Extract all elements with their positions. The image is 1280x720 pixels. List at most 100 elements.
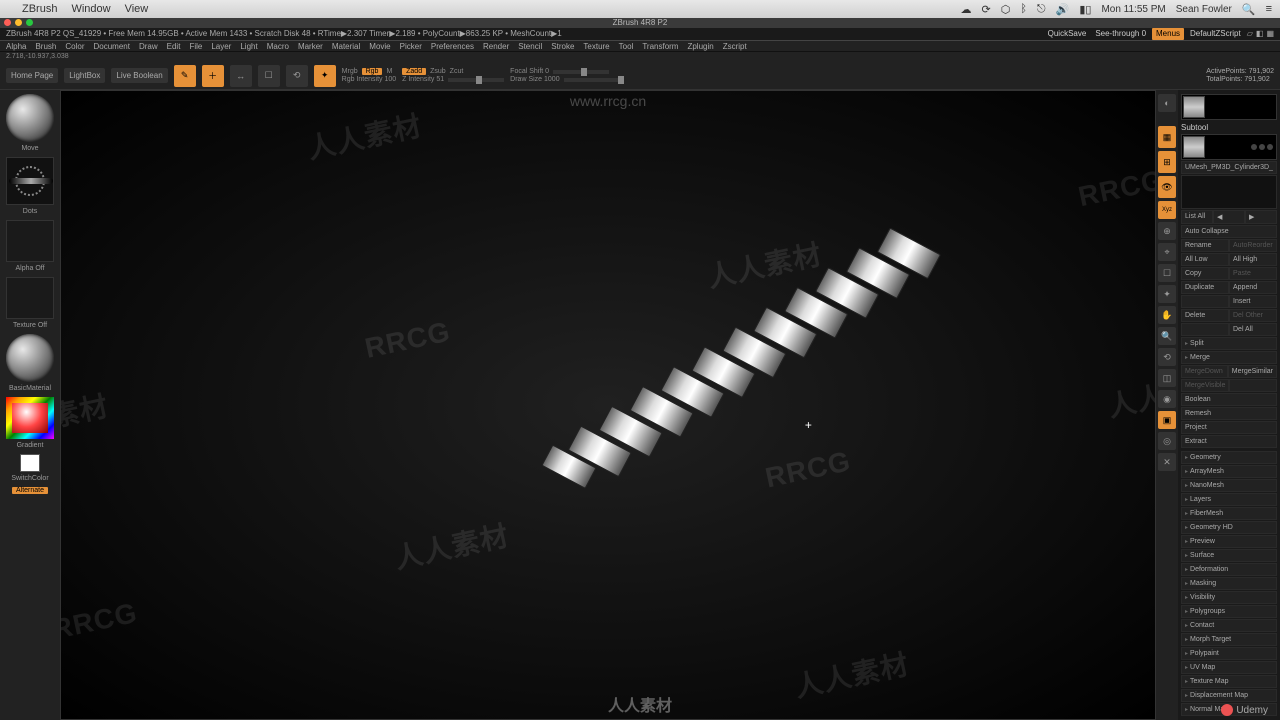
viewport-canvas[interactable]: RRCG人人素材RRCG人人素材RRCG人人素材 人人素材RRCG人人素材RRC…: [60, 90, 1156, 720]
lightbox-button[interactable]: LightBox: [64, 68, 105, 83]
draw-mode-icon[interactable]: ＋: [202, 65, 224, 87]
menu-texture[interactable]: Texture: [583, 42, 609, 51]
select-icon[interactable]: [1267, 144, 1273, 150]
insert-button[interactable]: Insert: [1229, 295, 1277, 308]
rotate-view-icon[interactable]: ⟲: [1158, 348, 1176, 366]
zoom-view-icon[interactable]: 🔍: [1158, 327, 1176, 345]
material-preview[interactable]: [6, 334, 54, 382]
menus-chip[interactable]: Menus: [1152, 28, 1184, 40]
menu-marker[interactable]: Marker: [298, 42, 323, 51]
mergesimilar-button[interactable]: MergeSimilar: [1228, 365, 1277, 378]
contact-section[interactable]: Contact: [1181, 619, 1277, 632]
nav-left-icon[interactable]: ◀: [1213, 210, 1245, 224]
menu-layer[interactable]: Layer: [211, 42, 231, 51]
menu-macro[interactable]: Macro: [267, 42, 289, 51]
menu-tool[interactable]: Tool: [619, 42, 634, 51]
menu-picker[interactable]: Picker: [400, 42, 422, 51]
menu-stroke[interactable]: Stroke: [551, 42, 574, 51]
alpha-preview[interactable]: [6, 220, 54, 262]
edit-mode-icon[interactable]: ✎: [174, 65, 196, 87]
defaultzscript-button[interactable]: DefaultZScript: [1187, 28, 1244, 40]
autocollapse-button[interactable]: Auto Collapse: [1181, 225, 1277, 238]
z-intensity-slider[interactable]: Z Intensity 51: [402, 76, 444, 83]
menu-file[interactable]: File: [189, 42, 202, 51]
menu-transform[interactable]: Transform: [642, 42, 678, 51]
seethrough-slider[interactable]: See-through 0: [1092, 28, 1149, 40]
floor-button[interactable]: ⊞: [1158, 151, 1176, 173]
merge-section[interactable]: Merge: [1181, 351, 1277, 364]
layers-section[interactable]: Layers: [1181, 493, 1277, 506]
menu-alpha[interactable]: Alpha: [6, 42, 26, 51]
switchcolor-button[interactable]: SwitchColor: [11, 475, 48, 482]
texture-preview[interactable]: [6, 277, 54, 319]
morphtarget-section[interactable]: Morph Target: [1181, 633, 1277, 646]
mergevisible-button[interactable]: MergeVisible: [1181, 379, 1229, 392]
minimize-window-icon[interactable]: [15, 19, 22, 26]
menu-zplugin[interactable]: Zplugin: [687, 42, 713, 51]
menubar-user[interactable]: Sean Fowler: [1176, 4, 1232, 15]
nanomesh-section[interactable]: NanoMesh: [1181, 479, 1277, 492]
layout-icon-1[interactable]: ▱: [1247, 28, 1253, 40]
nav-right-icon[interactable]: ▶: [1245, 210, 1277, 224]
bpr-button[interactable]: ◐: [1158, 94, 1176, 112]
stroke-preview[interactable]: [6, 157, 54, 205]
transp-icon[interactable]: ▣: [1158, 411, 1176, 429]
mrgb-button[interactable]: Mrgb: [342, 68, 358, 75]
persp-button[interactable]: ▦: [1158, 126, 1176, 148]
uvmap-section[interactable]: UV Map: [1181, 661, 1277, 674]
brush-preview[interactable]: [6, 94, 54, 142]
visibility-section[interactable]: Visibility: [1181, 591, 1277, 604]
fibermesh-section[interactable]: FiberMesh: [1181, 507, 1277, 520]
secondary-color-swatch[interactable]: [20, 454, 40, 472]
scale-mode-icon[interactable]: ☐: [258, 65, 280, 87]
surface-section[interactable]: Surface: [1181, 549, 1277, 562]
menu-stencil[interactable]: Stencil: [518, 42, 542, 51]
geometryhd-section[interactable]: Geometry HD: [1181, 521, 1277, 534]
autoreorder-button[interactable]: AutoReorder: [1229, 239, 1277, 252]
menu-zscript[interactable]: Zscript: [723, 42, 747, 51]
paste-button[interactable]: Paste: [1229, 267, 1277, 280]
move-mode-icon[interactable]: ↔: [230, 65, 252, 87]
move-view-icon[interactable]: ✦: [1158, 285, 1176, 303]
focal-shift-slider[interactable]: Focal Shift 0: [510, 68, 549, 75]
preview-section[interactable]: Preview: [1181, 535, 1277, 548]
listall-button[interactable]: List All: [1181, 210, 1213, 224]
geometry-section[interactable]: Geometry: [1181, 451, 1277, 464]
boolean-button[interactable]: Boolean: [1181, 393, 1277, 406]
rename-button[interactable]: Rename: [1181, 239, 1229, 252]
frame-icon[interactable]: ☐: [1158, 264, 1176, 282]
solo-icon[interactable]: ◉: [1158, 390, 1176, 408]
xyz-chip[interactable]: Xyz: [1158, 201, 1176, 219]
zadd-button[interactable]: Zadd: [402, 68, 426, 75]
ghost-icon[interactable]: ◎: [1158, 432, 1176, 450]
app-menu-window[interactable]: Window: [71, 3, 110, 15]
xpose-icon[interactable]: ✕: [1158, 453, 1176, 471]
close-window-icon[interactable]: [4, 19, 11, 26]
menu-edit[interactable]: Edit: [167, 42, 181, 51]
drawsize-track[interactable]: [564, 78, 620, 82]
menu-document[interactable]: Document: [94, 42, 130, 51]
frame-button[interactable]: ⊕: [1158, 222, 1176, 240]
menu-preferences[interactable]: Preferences: [431, 42, 474, 51]
layout-icon-2[interactable]: ◧: [1256, 28, 1264, 40]
hand-icon[interactable]: ✋: [1158, 306, 1176, 324]
zcut-button[interactable]: Zcut: [450, 68, 464, 75]
homepage-button[interactable]: Home Page: [6, 68, 58, 83]
zsub-button[interactable]: Zsub: [430, 68, 446, 75]
draw-size-slider[interactable]: Draw Size 1000: [510, 76, 559, 83]
focal-track[interactable]: [553, 70, 609, 74]
subtool-item[interactable]: [1181, 134, 1277, 160]
texturemap-section[interactable]: Texture Map: [1181, 675, 1277, 688]
delall-button[interactable]: Del All: [1229, 323, 1277, 336]
masking-section[interactable]: Masking: [1181, 577, 1277, 590]
layout-icon-3[interactable]: ▦: [1266, 28, 1274, 40]
zoom-button[interactable]: ⌖: [1158, 243, 1176, 261]
local-button[interactable]: 👁: [1158, 176, 1176, 198]
menu-color[interactable]: Color: [65, 42, 84, 51]
arraymesh-section[interactable]: ArrayMesh: [1181, 465, 1277, 478]
subtool-header[interactable]: Subtool: [1181, 123, 1277, 132]
alternate-chip[interactable]: Alternate: [12, 487, 48, 494]
search-icon[interactable]: 🔍: [1242, 3, 1256, 16]
allhigh-button[interactable]: All High: [1229, 253, 1277, 266]
color-picker[interactable]: [6, 397, 54, 439]
